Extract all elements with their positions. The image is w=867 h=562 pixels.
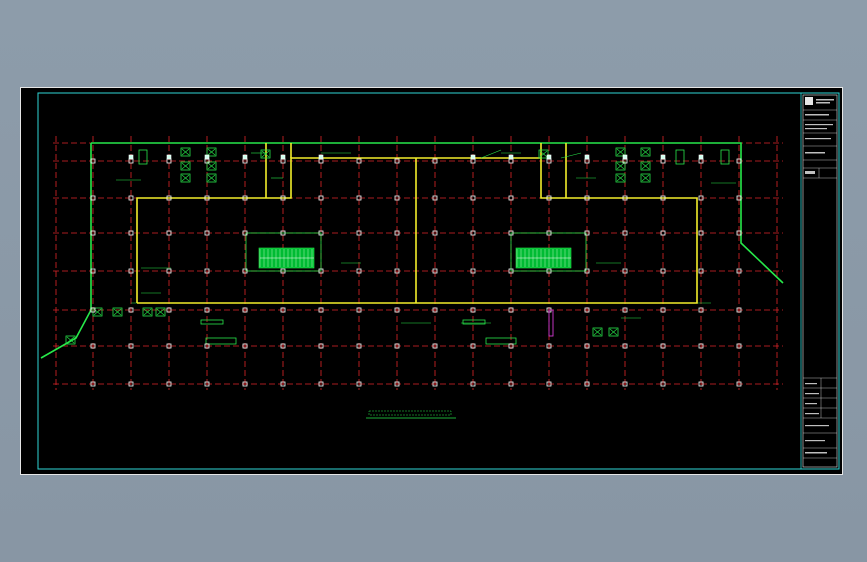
equipment-box-icon	[675, 149, 685, 165]
escalator-right	[510, 232, 587, 272]
drawing-sheet[interactable]	[20, 87, 843, 475]
equipment-box-icon	[206, 173, 217, 183]
equipment-box-icon	[200, 319, 224, 325]
equipment-box-icon	[640, 147, 651, 157]
column-marker-icon	[204, 154, 210, 160]
equipment-box-icon	[180, 173, 191, 183]
annotation-leader	[480, 149, 502, 159]
column-marker-icon	[660, 154, 666, 160]
title-block	[802, 94, 838, 468]
equipment-box-icon	[138, 149, 148, 165]
column-marker-icon	[546, 154, 552, 160]
equipment-box-icon	[592, 327, 603, 337]
sheet-border-cyan	[37, 92, 840, 470]
equipment-box-icon	[180, 147, 191, 157]
outer-wall-outline	[40, 142, 784, 359]
column-marker-icon	[622, 154, 628, 160]
axis-grid	[53, 136, 783, 390]
column-marker-icon	[318, 154, 324, 160]
escalator-left	[245, 232, 322, 272]
column-marker-icon	[280, 154, 286, 160]
drawing-title	[366, 410, 456, 419]
column-marker-icon	[242, 154, 248, 160]
company-logo	[805, 97, 813, 105]
magenta-annotation	[548, 309, 554, 337]
column-marker-icon	[166, 154, 172, 160]
column-marker-icon	[128, 154, 134, 160]
cad-viewer-window	[0, 0, 867, 562]
column-marker-icon	[470, 154, 476, 160]
equipment-box-icon	[462, 319, 486, 325]
column-marker-icon	[584, 154, 590, 160]
equipment-box-icon	[485, 337, 517, 345]
column-marker-icon	[698, 154, 704, 160]
equipment-box-icon	[155, 307, 166, 317]
equipment-box-icon	[640, 173, 651, 183]
annotation-leader	[560, 152, 582, 159]
equipment-box-icon	[112, 307, 123, 317]
column-marker-icon	[508, 154, 514, 160]
equipment-box-icon	[142, 307, 153, 317]
inner-partition-outline	[136, 143, 698, 304]
equipment-box-icon	[205, 337, 237, 345]
equipment-box-icon	[608, 327, 619, 337]
equipment-box-icon	[640, 161, 651, 171]
equipment-box-icon	[615, 173, 626, 183]
equipment-boxes	[65, 147, 730, 345]
equipment-box-icon	[720, 149, 730, 165]
equipment-box-icon	[180, 161, 191, 171]
floor-plan-drawing[interactable]	[21, 88, 842, 474]
